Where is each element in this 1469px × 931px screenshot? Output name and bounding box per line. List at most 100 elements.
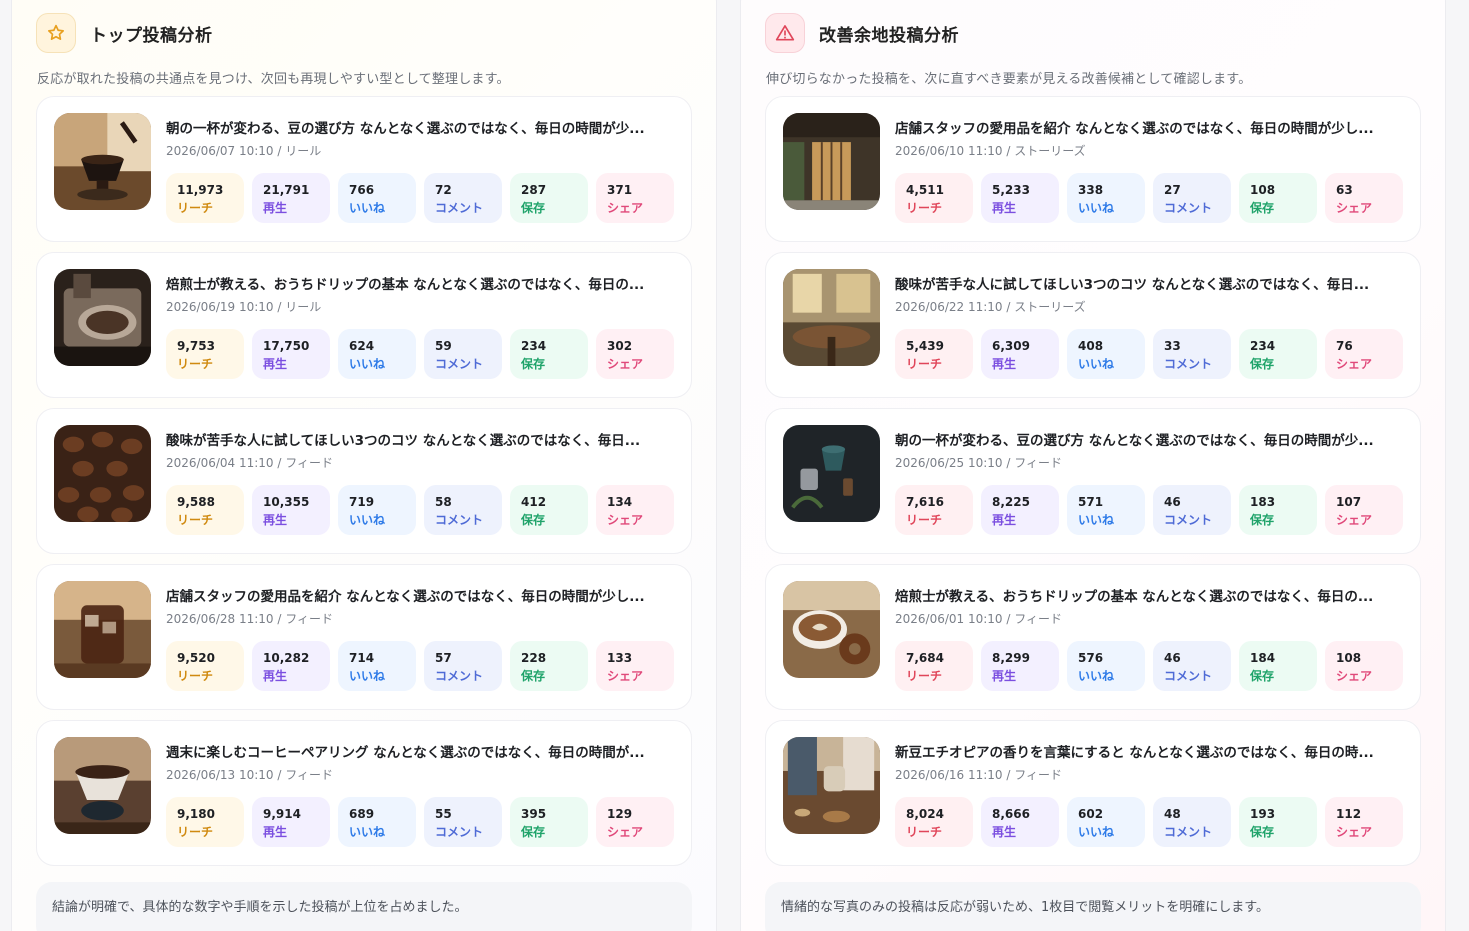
metric-value: 302	[607, 339, 633, 353]
metric-value: 183	[1250, 495, 1276, 509]
metric-play: 8,299 再生	[981, 641, 1059, 691]
post-card[interactable]: 焙煎士が教える、おうちドリップの基本 なんとなく選ぶのではなく、毎日の... 2…	[36, 252, 692, 398]
metric-like: 408 いいね	[1067, 329, 1145, 379]
metric-label: リーチ	[177, 357, 214, 371]
post-metrics: 9,180 リーチ 9,914 再生 689 いいね 55 コメント 395 保存 129…	[166, 797, 674, 847]
metric-like: 576 いいね	[1067, 641, 1145, 691]
metric-value: 234	[1250, 339, 1276, 353]
metric-label: 保存	[521, 825, 546, 839]
metric-comment: 59 コメント	[424, 329, 502, 379]
post-card[interactable]: 朝の一杯が変わる、豆の選び方 なんとなく選ぶのではなく、毎日の時間が少... 2…	[36, 96, 692, 242]
post-card[interactable]: 店舗スタッフの愛用品を紹介 なんとなく選ぶのではなく、毎日の時間が少し... 2…	[765, 96, 1421, 242]
metric-label: リーチ	[177, 825, 214, 839]
metric-label: リーチ	[906, 825, 943, 839]
post-metrics: 7,616 リーチ 8,225 再生 571 いいね 46 コメント 183 保存 107…	[895, 485, 1403, 535]
metric-value: 228	[521, 651, 547, 665]
metric-label: いいね	[1078, 669, 1115, 683]
metric-label: 再生	[992, 201, 1017, 215]
metric-like: 571 いいね	[1067, 485, 1145, 535]
metric-label: いいね	[1078, 357, 1115, 371]
post-card[interactable]: 酸味が苦手な人に試してほしい3つのコツ なんとなく選ぶのではなく、毎日... 2…	[36, 408, 692, 554]
metric-value: 234	[521, 339, 547, 353]
metric-label: シェア	[607, 201, 644, 215]
metric-label: いいね	[349, 357, 386, 371]
metric-value: 412	[521, 495, 547, 509]
post-card[interactable]: 酸味が苦手な人に試してほしい3つのコツ なんとなく選ぶのではなく、毎日... 2…	[765, 252, 1421, 398]
metric-reach: 9,588 リーチ	[166, 485, 244, 535]
metric-value: 6,309	[992, 339, 1030, 353]
metric-save: 234 保存	[1239, 329, 1317, 379]
post-title: 店舗スタッフの愛用品を紹介 なんとなく選ぶのではなく、毎日の時間が少し...	[895, 121, 1374, 137]
metric-label: 再生	[992, 513, 1017, 527]
metric-label: いいね	[349, 201, 386, 215]
metric-value: 76	[1336, 339, 1353, 353]
metric-label: リーチ	[906, 357, 943, 371]
post-metrics: 5,439 リーチ 6,309 再生 408 いいね 33 コメント 234 保存 76 シ…	[895, 329, 1403, 379]
post-thumbnail	[54, 425, 151, 522]
metric-label: いいね	[1078, 513, 1115, 527]
post-meta: 2026/06/19 10:10 / リール	[166, 300, 322, 314]
post-metrics: 9,753 リーチ 17,750 再生 624 いいね 59 コメント 234 保存 30…	[166, 329, 674, 379]
metric-play: 10,282 再生	[252, 641, 330, 691]
metric-label: 保存	[1250, 825, 1275, 839]
metric-label: シェア	[1336, 357, 1373, 371]
post-metrics: 9,520 リーチ 10,282 再生 714 いいね 57 コメント 228 保存 13…	[166, 641, 674, 691]
metric-value: 58	[435, 495, 452, 509]
metric-label: シェア	[607, 825, 644, 839]
metric-value: 8,024	[906, 807, 944, 821]
metric-value: 8,666	[992, 807, 1030, 821]
metric-value: 108	[1250, 183, 1276, 197]
post-meta: 2026/06/16 11:10 / フィード	[895, 768, 1062, 782]
improvement-posts-summary: 情緒的な写真のみの投稿は反応が弱いため、1枚目で閲覧メリットを明確にします。	[765, 882, 1421, 931]
post-title: 週末に楽しむコーヒーペアリング なんとなく選ぶのではなく、毎日の時間が...	[166, 745, 645, 761]
post-meta: 2026/06/25 10:10 / フィード	[895, 456, 1062, 470]
metric-value: 134	[607, 495, 633, 509]
metric-value: 4,511	[906, 183, 944, 197]
improvement-posts-header: 改善余地投稿分析	[765, 13, 959, 53]
metric-value: 371	[607, 183, 633, 197]
metric-label: 再生	[263, 513, 288, 527]
metric-value: 5,233	[992, 183, 1030, 197]
metric-play: 17,750 再生	[252, 329, 330, 379]
metric-like: 719 いいね	[338, 485, 416, 535]
post-card[interactable]: 店舗スタッフの愛用品を紹介 なんとなく選ぶのではなく、毎日の時間が少し... 2…	[36, 564, 692, 710]
metric-label: シェア	[1336, 825, 1373, 839]
metric-label: 再生	[263, 825, 288, 839]
metric-value: 287	[521, 183, 547, 197]
metric-value: 5,439	[906, 339, 944, 353]
metric-value: 10,355	[263, 495, 310, 509]
metric-play: 5,233 再生	[981, 173, 1059, 223]
post-thumbnail	[54, 113, 151, 210]
metric-value: 21,791	[263, 183, 310, 197]
metric-value: 9,753	[177, 339, 215, 353]
improvement-posts-panel: 改善余地投稿分析 伸び切らなかった投稿を、次に直すべき要素が見える改善候補として…	[740, 0, 1446, 931]
metric-save: 193 保存	[1239, 797, 1317, 847]
metric-share: 108 シェア	[1325, 641, 1403, 691]
metric-label: 保存	[521, 669, 546, 683]
metric-label: シェア	[607, 513, 644, 527]
post-title: 焙煎士が教える、おうちドリップの基本 なんとなく選ぶのではなく、毎日の...	[166, 277, 645, 293]
post-thumbnail	[54, 737, 151, 834]
metric-value: 46	[1164, 651, 1181, 665]
metric-label: コメント	[435, 513, 484, 527]
metric-label: 保存	[521, 357, 546, 371]
metric-label: 再生	[992, 357, 1017, 371]
post-card[interactable]: 新豆エチオピアの香りを言葉にすると なんとなく選ぶのではなく、毎日の時... 2…	[765, 720, 1421, 866]
post-thumbnail	[783, 581, 880, 678]
metric-like: 714 いいね	[338, 641, 416, 691]
post-card[interactable]: 焙煎士が教える、おうちドリップの基本 なんとなく選ぶのではなく、毎日の... 2…	[765, 564, 1421, 710]
metric-value: 33	[1164, 339, 1181, 353]
post-card[interactable]: 朝の一杯が変わる、豆の選び方 なんとなく選ぶのではなく、毎日の時間が少... 2…	[765, 408, 1421, 554]
metric-share: 76 シェア	[1325, 329, 1403, 379]
metric-value: 9,914	[263, 807, 301, 821]
metric-label: シェア	[1336, 513, 1373, 527]
metric-value: 27	[1164, 183, 1181, 197]
post-card[interactable]: 週末に楽しむコーヒーペアリング なんとなく選ぶのではなく、毎日の時間が... 2…	[36, 720, 692, 866]
post-title: 朝の一杯が変わる、豆の選び方 なんとなく選ぶのではなく、毎日の時間が少...	[166, 121, 645, 137]
metric-play: 8,225 再生	[981, 485, 1059, 535]
post-meta: 2026/06/07 10:10 / リール	[166, 144, 322, 158]
metric-label: シェア	[1336, 201, 1373, 215]
metric-label: コメント	[435, 201, 484, 215]
metric-value: 55	[435, 807, 452, 821]
metric-value: 184	[1250, 651, 1276, 665]
